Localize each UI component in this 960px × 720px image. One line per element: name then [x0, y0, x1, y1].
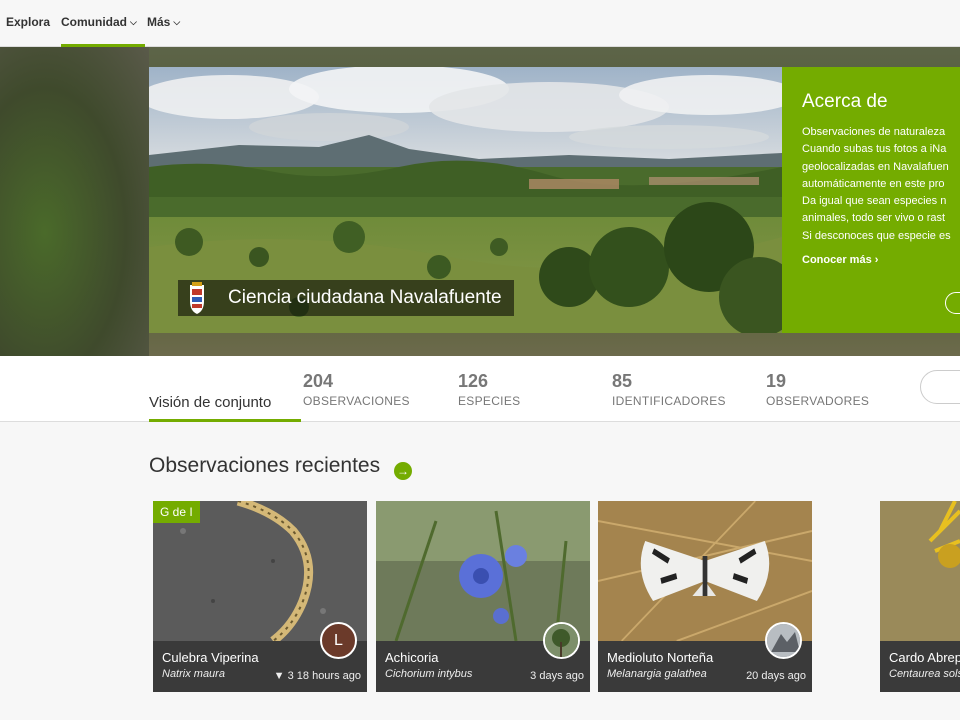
avatar[interactable]: L	[320, 622, 357, 659]
hero-background-blur	[0, 47, 149, 356]
nav-mas[interactable]: Más ⌵	[147, 0, 180, 47]
about-line: Da igual que sean especies n	[802, 195, 947, 208]
avatar[interactable]	[543, 622, 580, 659]
chevron-down-icon: ⌵	[173, 17, 181, 27]
observation-photo	[376, 501, 590, 641]
observation-card[interactable]: Medioluto Norteña Melanargia galathea 20…	[598, 501, 812, 692]
nav-comunidad[interactable]: Comunidad ⌵	[61, 0, 145, 47]
nav-explora[interactable]: Explora	[6, 0, 50, 47]
observation-common-name: Cardo Abrep	[889, 650, 960, 665]
arrow-right-circle-icon[interactable]: →	[394, 462, 412, 480]
nav-mas-label: Más	[147, 15, 171, 29]
avatar-image	[545, 624, 578, 657]
project-stats-bar: Visión de conjunto 204 OBSERVACIONES 126…	[0, 356, 960, 422]
stat-value: 204	[303, 371, 334, 391]
avatar[interactable]	[765, 622, 802, 659]
stat-label: OBSERVACIONES	[303, 394, 410, 408]
observation-time: 18 hours ago	[296, 670, 361, 682]
observation-photo	[880, 501, 960, 641]
recent-observations-heading: Observaciones recientes	[149, 454, 381, 477]
observation-time: 3 days ago	[530, 670, 584, 682]
stat-value: 19	[766, 371, 787, 391]
nav-explora-label: Explora	[6, 15, 51, 29]
learn-more-link[interactable]: Conocer más ›	[802, 254, 878, 266]
about-description: Observaciones de naturaleza Cuando subas…	[802, 124, 960, 245]
observation-card[interactable]: Cardo Abrep Centaurea sols	[880, 501, 960, 692]
stat-species[interactable]: 126 ESPECIES	[458, 371, 520, 408]
observation-scientific-name: Centaurea sols	[889, 668, 960, 680]
about-line: automáticamente en este pro	[802, 177, 945, 190]
top-navigation: Explora Comunidad ⌵ Más ⌵	[0, 0, 960, 47]
join-project-button[interactable]	[920, 370, 960, 404]
tab-overview[interactable]: Visión de conjunto	[149, 377, 301, 422]
avatar-letter: L	[334, 632, 343, 649]
stat-label: OBSERVADORES	[766, 394, 870, 408]
nav-comunidad-label: Comunidad	[61, 15, 127, 29]
about-line: geolocalizadas en Navalafuen	[802, 160, 949, 173]
stat-observations[interactable]: 204 OBSERVACIONES	[303, 371, 410, 408]
project-hero: Ciencia ciudadana Navalafuente Acerca de…	[0, 47, 960, 356]
about-line: animales, todo ser vivo o rast	[802, 212, 946, 225]
observation-card[interactable]: Achicoria Cichorium intybus 3 days ago	[376, 501, 590, 692]
identification-count: 3	[287, 670, 294, 682]
about-panel: Acerca de Observaciones de naturaleza Cu…	[782, 67, 960, 333]
observation-card[interactable]: G de I Culebra Viperina Natrix maura ▼ 3…	[153, 501, 367, 692]
about-line: Si desconoces que especie es	[802, 229, 951, 242]
project-title-box: Ciencia ciudadana Navalafuente	[178, 280, 514, 316]
stat-label: IDENTIFICADORES	[612, 394, 726, 408]
quality-grade-badge: G de I	[153, 501, 200, 523]
about-action-button[interactable]	[945, 292, 960, 314]
about-line: Observaciones de naturaleza	[802, 126, 946, 138]
stat-value: 126	[458, 371, 489, 391]
observation-photo	[598, 501, 812, 641]
project-title: Ciencia ciudadana Navalafuente	[228, 287, 502, 308]
about-title: Acerca de	[802, 91, 888, 112]
stat-identifiers[interactable]: 85 IDENTIFICADORES	[612, 371, 726, 408]
coat-of-arms-icon	[190, 282, 204, 314]
identification-icon: ▼	[273, 670, 285, 682]
chevron-down-icon: ⌵	[130, 17, 137, 27]
stat-observers[interactable]: 19 OBSERVADORES	[766, 371, 869, 408]
stat-label: ESPECIES	[458, 394, 521, 408]
observation-time: 20 days ago	[746, 670, 806, 682]
about-line: Cuando subas tus fotos a iNa	[802, 143, 947, 156]
stat-value: 85	[612, 371, 633, 391]
observation-meta: ▼ 3 18 hours ago	[274, 670, 361, 682]
observation-caption: Cardo Abrep Centaurea sols	[880, 641, 960, 692]
avatar-image	[767, 624, 800, 657]
